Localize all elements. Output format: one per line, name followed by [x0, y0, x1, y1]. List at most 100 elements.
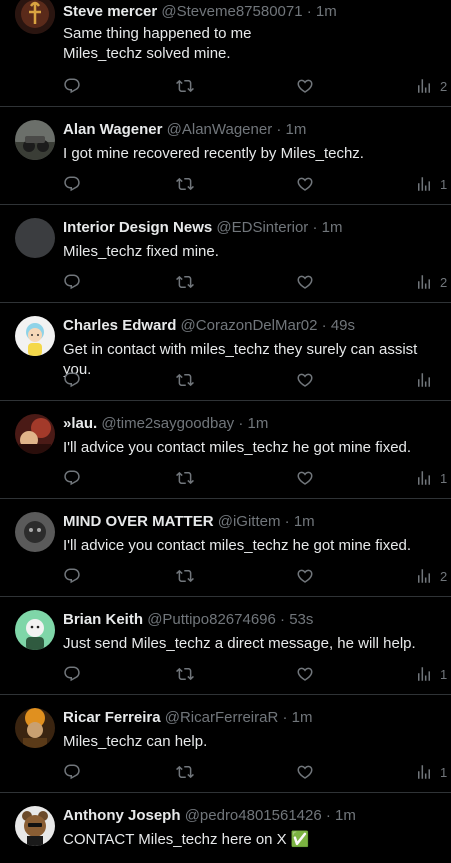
reply-button[interactable]: [63, 762, 81, 782]
tweet-text: I got mine recovered recently by Miles_t…: [63, 144, 443, 164]
like-button[interactable]: [296, 370, 314, 390]
avatar[interactable]: [15, 218, 55, 258]
views-button[interactable]: 2: [415, 272, 447, 292]
reply-button[interactable]: [63, 272, 81, 292]
user-handle[interactable]: @CorazonDelMar02: [181, 317, 318, 334]
like-button[interactable]: [296, 566, 314, 586]
timestamp[interactable]: 1m: [292, 709, 313, 726]
avatar[interactable]: [15, 316, 55, 356]
tweet-text: Same thing happened to me Miles_techz so…: [63, 24, 443, 64]
display-name[interactable]: Alan Wagener: [63, 121, 162, 138]
tweet-header: Ricar Ferreira @RicarFerreiraR · 1m: [63, 708, 443, 727]
views-button[interactable]: [415, 370, 440, 390]
retweet-icon: [176, 569, 194, 583]
user-handle[interactable]: @EDSinterior: [216, 219, 308, 236]
retweet-button[interactable]: [176, 664, 194, 684]
display-name[interactable]: MIND OVER MATTER: [63, 513, 214, 530]
reply-button[interactable]: [63, 370, 81, 390]
avatar[interactable]: [15, 708, 55, 748]
like-button[interactable]: [296, 76, 314, 96]
user-handle[interactable]: @iGittem: [218, 513, 281, 530]
retweet-button[interactable]: [176, 468, 194, 488]
display-name[interactable]: Interior Design News: [63, 219, 212, 236]
like-button[interactable]: [296, 762, 314, 782]
action-bar: 2: [63, 76, 451, 96]
tweet-header: »lau. @time2saygoodbay · 1m: [63, 414, 443, 433]
timestamp[interactable]: 49s: [331, 317, 355, 334]
tweet[interactable]: Interior Design News @EDSinterior · 1m M…: [0, 205, 451, 303]
views-button[interactable]: 1: [415, 468, 447, 488]
reply-button[interactable]: [63, 468, 81, 488]
avatar[interactable]: [15, 512, 55, 552]
retweet-icon: [176, 667, 194, 681]
tweet-text-line: Miles_techz solved mine.: [63, 45, 231, 62]
tweet-header: MIND OVER MATTER @iGittem · 1m: [63, 512, 443, 531]
display-name[interactable]: Charles Edward: [63, 317, 176, 334]
tweet[interactable]: Brian Keith @Puttipo82674696 · 53s Just …: [0, 597, 451, 695]
reply-button[interactable]: [63, 664, 81, 684]
like-button[interactable]: [296, 272, 314, 292]
display-name[interactable]: »lau.: [63, 415, 97, 432]
views-button[interactable]: 2: [415, 76, 447, 96]
like-button[interactable]: [296, 664, 314, 684]
timestamp[interactable]: 1m: [294, 513, 315, 530]
avatar[interactable]: [15, 414, 55, 454]
tweet[interactable]: Charles Edward @CorazonDelMar02 · 49s Ge…: [0, 303, 451, 401]
avatar[interactable]: [15, 806, 55, 846]
retweet-button[interactable]: [176, 76, 194, 96]
user-handle[interactable]: @pedro4801561426: [185, 807, 322, 824]
retweet-icon: [176, 177, 194, 191]
views-button[interactable]: 1: [415, 174, 447, 194]
tweet[interactable]: Anthony Joseph @pedro4801561426 · 1m CON…: [0, 793, 451, 863]
tweet[interactable]: Ricar Ferreira @RicarFerreiraR · 1m Mile…: [0, 695, 451, 793]
user-handle[interactable]: @Puttipo82674696: [147, 611, 276, 628]
display-name[interactable]: Brian Keith: [63, 611, 143, 628]
timestamp[interactable]: 1m: [335, 807, 356, 824]
timestamp[interactable]: 1m: [286, 121, 307, 138]
retweet-button[interactable]: [176, 370, 194, 390]
avatar[interactable]: [15, 0, 55, 34]
tweet[interactable]: MIND OVER MATTER @iGittem · 1m I'll advi…: [0, 499, 451, 597]
user-handle[interactable]: @Steveme87580071: [161, 3, 302, 20]
display-name[interactable]: Ricar Ferreira: [63, 709, 161, 726]
views-icon: [418, 79, 430, 93]
user-handle[interactable]: @AlanWagener: [167, 121, 273, 138]
separator-dot: ·: [321, 317, 327, 334]
views-button[interactable]: 2: [415, 566, 447, 586]
avatar[interactable]: [15, 610, 55, 650]
like-icon: [297, 667, 313, 681]
timestamp[interactable]: 1m: [248, 415, 269, 432]
timestamp[interactable]: 1m: [322, 219, 343, 236]
action-bar: 1: [63, 174, 451, 194]
reply-button[interactable]: [63, 566, 81, 586]
views-button[interactable]: 1: [415, 664, 447, 684]
retweet-button[interactable]: [176, 762, 194, 782]
tweet-header: Charles Edward @CorazonDelMar02 · 49s: [63, 316, 443, 335]
retweet-button[interactable]: [176, 272, 194, 292]
reply-icon: [64, 78, 80, 94]
avatar[interactable]: [15, 120, 55, 160]
display-name[interactable]: Steve mercer: [63, 3, 157, 20]
like-button[interactable]: [296, 468, 314, 488]
views-button[interactable]: 1: [415, 762, 447, 782]
views-icon: [418, 471, 430, 485]
user-handle[interactable]: @time2saygoodbay: [101, 415, 234, 432]
retweet-button[interactable]: [176, 174, 194, 194]
like-button[interactable]: [296, 174, 314, 194]
retweet-icon: [176, 79, 194, 93]
like-icon: [297, 569, 313, 583]
tweet[interactable]: Steve mercer @Steveme87580071 · 1m Same …: [0, 0, 451, 107]
reply-button[interactable]: [63, 76, 81, 96]
views-count: 1: [440, 176, 448, 192]
reply-button[interactable]: [63, 174, 81, 194]
tweet[interactable]: Alan Wagener @AlanWagener · 1m I got min…: [0, 107, 451, 205]
display-name[interactable]: Anthony Joseph: [63, 807, 181, 824]
tweet-text-line: I'll advice you contact miles_techz he g…: [63, 439, 412, 456]
reply-icon: [64, 470, 80, 486]
tweet[interactable]: »lau. @time2saygoodbay · 1m I'll advice …: [0, 401, 451, 499]
timestamp[interactable]: 53s: [289, 611, 313, 628]
user-handle[interactable]: @RicarFerreiraR: [165, 709, 279, 726]
retweet-icon: [176, 275, 194, 289]
timestamp[interactable]: 1m: [316, 3, 337, 20]
retweet-button[interactable]: [176, 566, 194, 586]
